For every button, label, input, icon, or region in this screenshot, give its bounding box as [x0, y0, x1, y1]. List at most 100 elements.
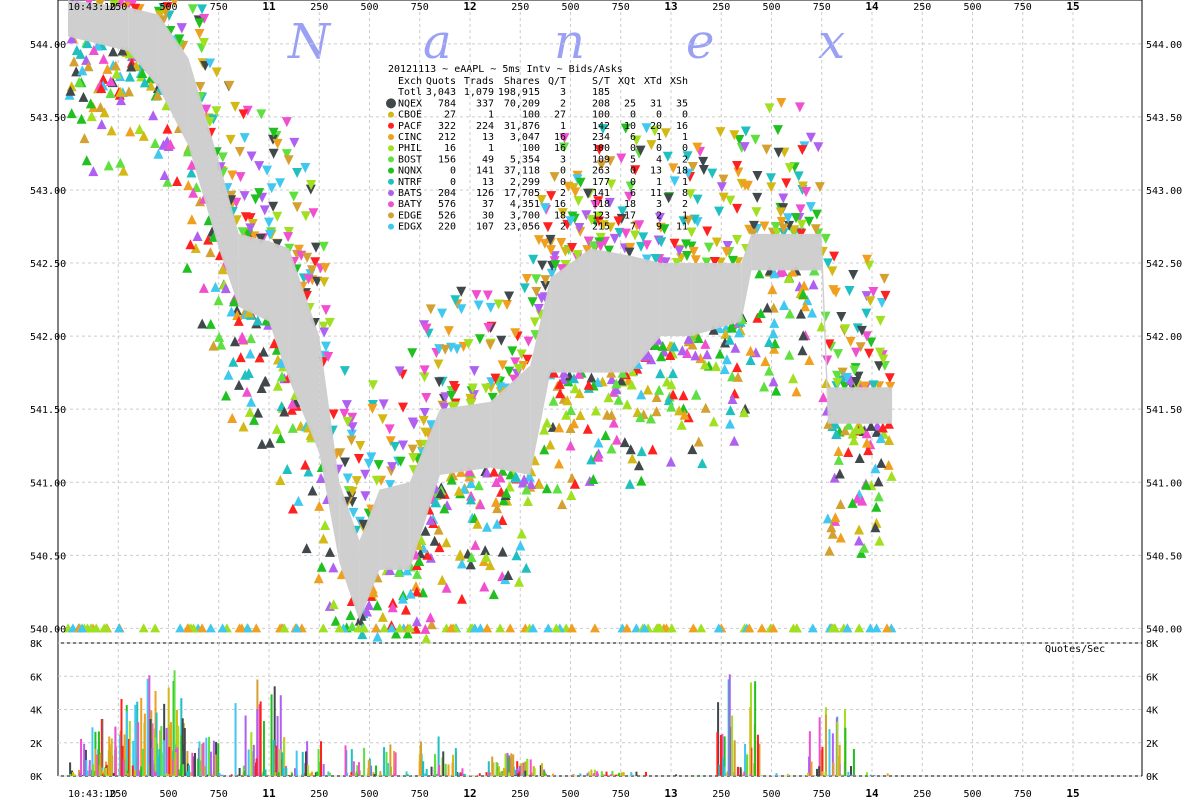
ask-quote-mark [224, 80, 235, 91]
volume-bar [754, 681, 757, 776]
ask-quote-mark [308, 208, 319, 219]
volume-bar [350, 749, 353, 776]
table-cell: 142 [592, 121, 610, 132]
volume-bar [739, 767, 742, 776]
volume-bar [379, 771, 382, 776]
volume-bar [474, 775, 477, 776]
volume-bar [850, 774, 853, 776]
volume-bar [154, 771, 157, 776]
bid-quote-mark [197, 318, 208, 329]
time-tick-label: 12 [463, 0, 476, 13]
ask-quote-mark [197, 4, 208, 15]
volume-bar [592, 773, 595, 776]
volume-bar [844, 727, 847, 776]
bid-quote-mark [714, 348, 725, 359]
volume-bar [461, 768, 464, 776]
volume-bar [786, 773, 789, 776]
table-cell: 9 [656, 222, 662, 233]
exchange-color-marker [388, 190, 394, 196]
watermark-letter: a [423, 14, 452, 70]
volume-bar [389, 744, 392, 776]
bid-quote-mark [282, 464, 293, 475]
volume-bar [609, 774, 612, 776]
table-cell: 156 [438, 154, 456, 165]
table-cell: 13 [482, 177, 494, 188]
bid-quote-mark [244, 406, 255, 417]
ask-quote-mark [398, 402, 409, 413]
volume-bar [274, 772, 277, 776]
ask-quote-mark [384, 424, 395, 435]
volume-bar [356, 774, 359, 776]
volume-bar [749, 707, 752, 776]
ask-quote-mark [437, 308, 448, 319]
volume-bar [262, 721, 265, 776]
volume-bar [775, 773, 778, 776]
volume-bar [529, 774, 532, 776]
price-tick-label: 541.50 [30, 405, 66, 416]
exchange-color-marker [388, 223, 394, 230]
volume-bar [218, 772, 221, 776]
volume-bar [442, 751, 445, 776]
ask-quote-mark [407, 348, 418, 359]
bid-quote-mark [516, 528, 527, 539]
table-cell: 16 [554, 143, 566, 154]
volume-bar [600, 771, 603, 776]
volume-bar [447, 764, 450, 776]
volume-bar [142, 748, 145, 776]
bid-quote-mark [172, 175, 183, 186]
bid-quote-mark [153, 148, 164, 159]
volume-bar [812, 775, 815, 776]
ask-quote-mark [469, 366, 480, 377]
ask-quote-mark [283, 155, 294, 166]
time-axis-bottom: 10:43:10250 500 750 11 250 500 750 12 250 500 750 1… [68, 787, 1080, 800]
table-cell: 100 [592, 143, 610, 154]
time-tick-label: 11 [262, 0, 276, 13]
bid-quote-mark [745, 345, 756, 356]
ask-quote-mark [443, 326, 454, 337]
time-tick-label: 500 [963, 2, 981, 13]
volume-bar [491, 756, 494, 776]
ask-quote-mark [496, 335, 507, 346]
exchange-color-marker [388, 156, 394, 163]
table-cell: 16 [444, 143, 456, 154]
volume-bar [222, 774, 225, 776]
volume-bar [160, 726, 163, 776]
ask-quote-mark [773, 147, 784, 158]
volume-bar [373, 774, 376, 776]
ask-quote-mark [772, 125, 783, 136]
volume-bar [140, 766, 143, 776]
bid-quote-mark [853, 535, 864, 546]
exchange-color-marker [386, 98, 396, 109]
price-tick-label: 542.50 [1146, 259, 1182, 270]
table-cell: 17 [624, 210, 636, 221]
bid-quote-mark [565, 404, 576, 415]
bid-quote-mark [307, 485, 318, 496]
table-cell: 141 [592, 188, 610, 199]
volume-bar [328, 772, 331, 776]
bid-quote-mark [182, 262, 193, 273]
ask-quote-mark [217, 152, 228, 163]
bid-quote-mark [490, 496, 501, 507]
ask-quote-mark [272, 138, 283, 149]
volume-bar [470, 775, 473, 776]
volume-bar [383, 747, 386, 776]
bid-quote-mark [425, 612, 436, 623]
table-cell: 17,705 [504, 188, 540, 199]
spread-segment [827, 387, 893, 424]
volume-bar [73, 774, 76, 776]
time-tick-label: 500 [360, 789, 378, 800]
volume-bar [187, 765, 190, 776]
ask-quote-mark [363, 458, 374, 469]
bid-quote-mark [874, 535, 885, 546]
bid-quote-mark [833, 454, 844, 465]
bid-quote-mark [114, 623, 125, 633]
bid-quote-mark [125, 126, 136, 137]
table-cell: 1 [682, 210, 688, 221]
ask-quote-mark [715, 127, 726, 138]
table-cell: 3 [656, 199, 662, 210]
volume-bar [317, 748, 320, 776]
table-cell: 0 [682, 110, 688, 121]
bid-quote-mark [150, 623, 161, 633]
ask-quote-mark [703, 242, 714, 253]
volume-bar [393, 773, 396, 776]
